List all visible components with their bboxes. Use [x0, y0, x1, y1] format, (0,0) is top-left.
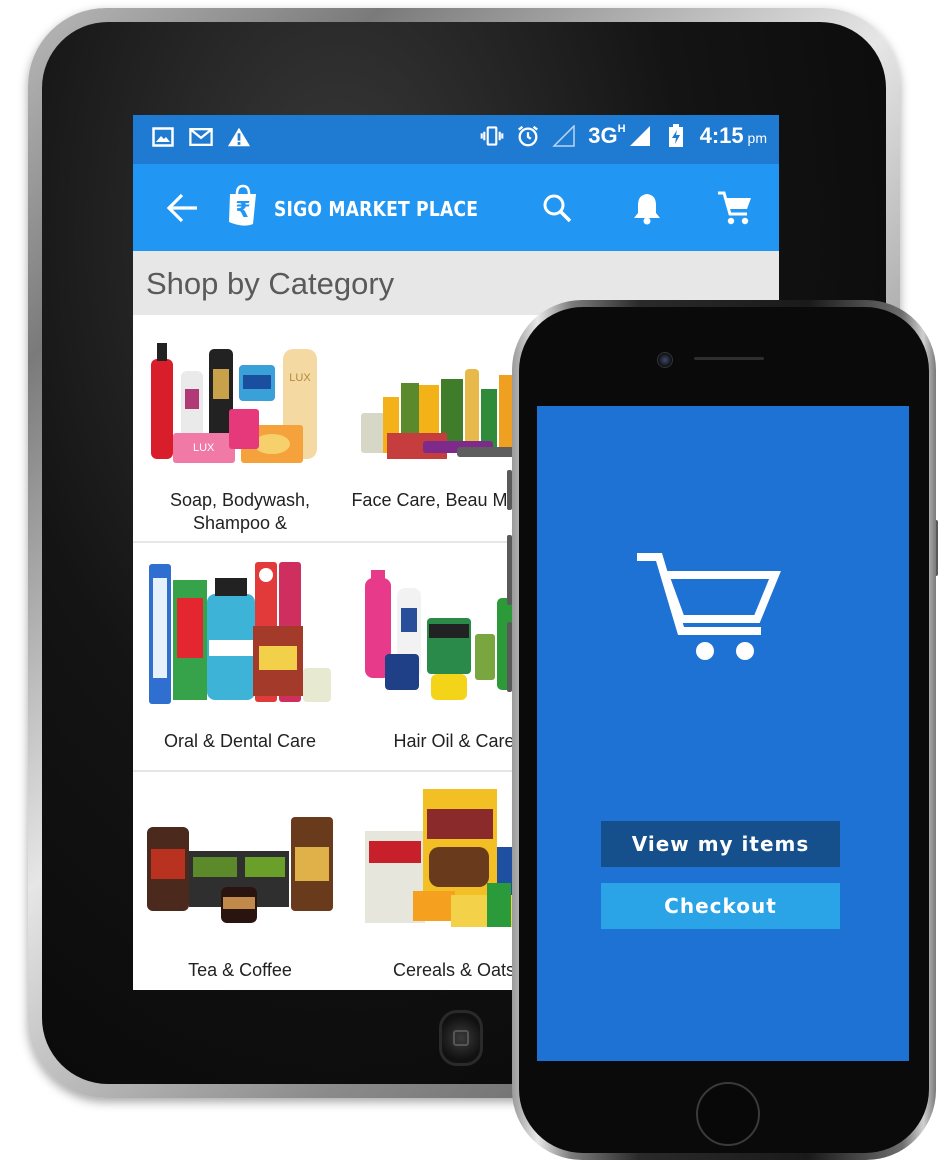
category-tile-oral-care[interactable]: Oral & Dental Care [133, 544, 349, 772]
signal-strength-icon [628, 125, 652, 147]
tea-coffee-products-image [147, 817, 333, 923]
phone-screen: View my items Checkout [537, 406, 909, 1061]
gmail-icon [189, 126, 213, 148]
bell-icon[interactable] [629, 190, 665, 226]
cart-icon[interactable] [717, 190, 753, 226]
category-label: Tea & Coffee [188, 960, 292, 980]
rupee-bag-logo-icon: ₹ [225, 184, 261, 228]
image-icon [151, 126, 175, 148]
battery-charging-icon [664, 124, 688, 147]
category-label: Oral & Dental Care [163, 731, 317, 751]
alarm-icon [516, 125, 540, 147]
category-label: Soap, Bodywash, Shampoo & [169, 490, 311, 533]
app-bar: ₹ SIGO MARKET PLACE [133, 164, 779, 251]
shopping-cart-icon [637, 553, 781, 660]
soap-products-image: LUX LUX [151, 343, 317, 463]
back-arrow-icon[interactable] [165, 192, 199, 224]
tablet-home-button[interactable] [439, 1010, 483, 1066]
warning-icon [227, 126, 251, 148]
svg-text:₹: ₹ [235, 198, 250, 223]
search-icon[interactable] [539, 190, 575, 226]
phone-home-button[interactable] [696, 1082, 760, 1146]
svg-text:LUX: LUX [289, 372, 311, 384]
checkout-button[interactable]: Checkout [601, 883, 840, 929]
view-items-button[interactable]: View my items [601, 821, 840, 867]
section-title: Shop by Category [146, 266, 395, 301]
network-type: 3G H [588, 123, 626, 148]
front-camera [657, 352, 673, 368]
earpiece-speaker [694, 357, 764, 360]
category-tile-soap[interactable]: LUX LUX Soap, Bodywash, Shampoo & [133, 315, 349, 543]
clock: 4:15 pm [699, 123, 767, 148]
oral-care-products-image [149, 562, 331, 704]
vibrate-icon [480, 125, 504, 147]
svg-text:LUX: LUX [193, 442, 215, 454]
app-title: SIGO MARKET PLACE [274, 197, 479, 221]
status-bar: 3G H 4:15 pm [133, 115, 779, 164]
signal-icon [552, 125, 576, 147]
category-tile-tea-coffee[interactable]: Tea & Coffee [133, 773, 349, 990]
